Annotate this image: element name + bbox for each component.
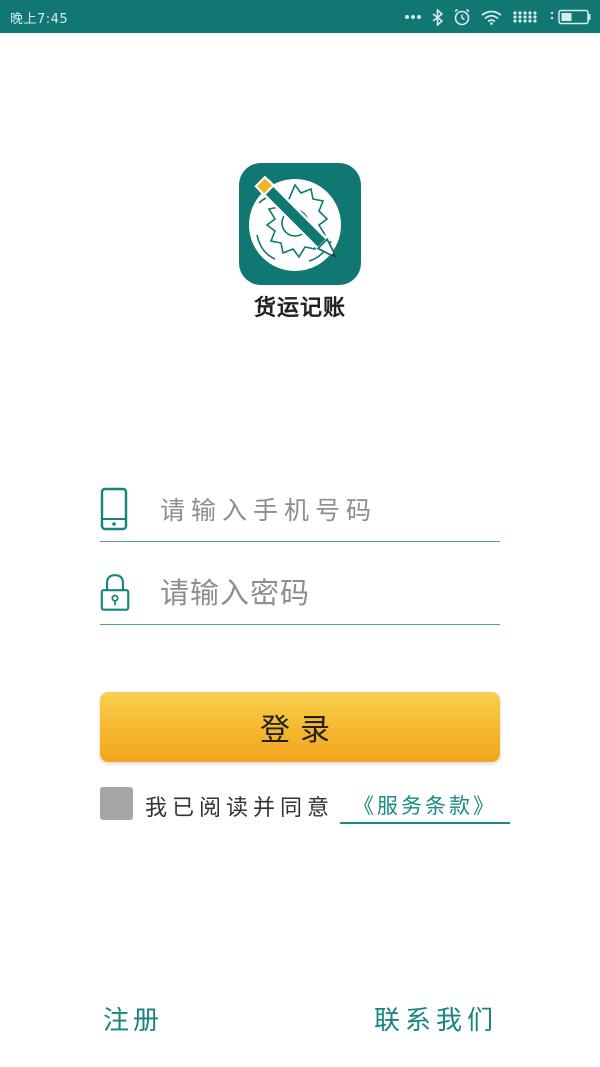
wifi-icon bbox=[481, 10, 502, 25]
register-link[interactable]: 注册 bbox=[103, 1000, 163, 1037]
battery-icon bbox=[550, 9, 591, 25]
phone-field bbox=[100, 481, 500, 542]
app-name: 货运记账 bbox=[253, 296, 346, 321]
alarm-icon bbox=[454, 8, 470, 26]
agree-checkbox[interactable] bbox=[100, 787, 133, 820]
login-button[interactable]: 登录 bbox=[100, 692, 500, 762]
lock-icon bbox=[100, 574, 130, 611]
password-input[interactable] bbox=[158, 570, 492, 616]
contact-us-link[interactable]: 联系我们 bbox=[374, 1000, 498, 1037]
signal-icon bbox=[513, 11, 537, 23]
password-field bbox=[100, 564, 500, 625]
status-time: 晚上7:45 bbox=[10, 12, 69, 27]
status-icons bbox=[404, 5, 592, 29]
bluetooth-icon bbox=[432, 8, 443, 26]
status-bar: 晚上7:45 bbox=[0, 0, 600, 33]
phone-icon bbox=[100, 487, 128, 531]
more-dots-icon bbox=[405, 15, 421, 19]
agree-text: 我已阅读并同意 bbox=[145, 796, 335, 821]
terms-link[interactable]: 《服务条款》 bbox=[340, 790, 510, 824]
phone-input[interactable] bbox=[158, 487, 492, 533]
app-logo-icon bbox=[239, 163, 361, 285]
